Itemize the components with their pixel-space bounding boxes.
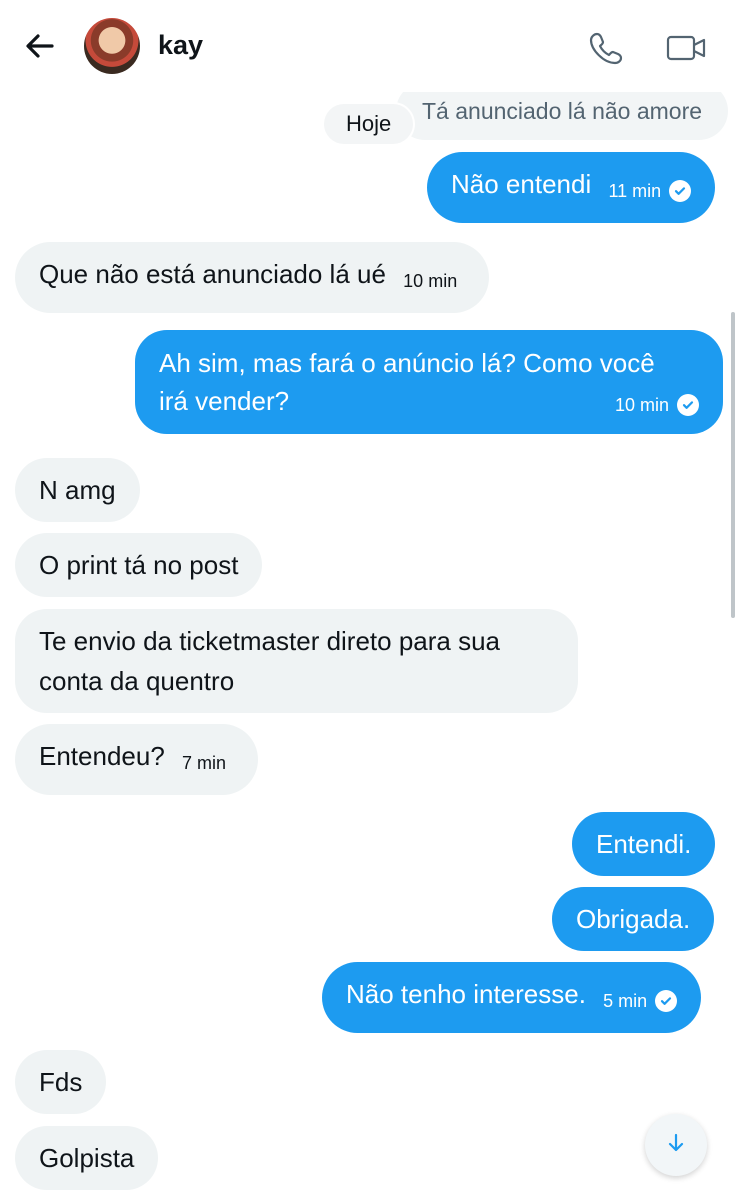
message-text-line: Te envio da ticketmaster direto para sua xyxy=(39,626,501,656)
message-text: Não tenho interesse. xyxy=(346,979,586,1009)
phone-icon[interactable] xyxy=(586,28,626,68)
read-check-icon xyxy=(655,990,678,1012)
message-bubble[interactable]: Entendeu? 7 min xyxy=(15,724,259,795)
conversation-header: kay xyxy=(0,0,740,92)
message-bubble[interactable]: N amg xyxy=(15,458,140,522)
message-text: Entendeu? xyxy=(39,741,165,771)
back-arrow-icon[interactable] xyxy=(22,28,58,64)
scroll-to-bottom-button[interactable] xyxy=(645,1114,707,1176)
message-bubble[interactable]: Fds xyxy=(15,1050,107,1114)
message-time: 10 min xyxy=(403,271,458,291)
message-time: 7 min xyxy=(182,753,227,773)
message-text: Entendi. xyxy=(596,829,692,859)
message-bubble[interactable]: Entendi. xyxy=(572,812,716,876)
message-text: Que não está anunciado lá ué xyxy=(39,259,386,289)
message-text: Obrigada. xyxy=(576,904,691,934)
arrow-down-icon xyxy=(665,1132,687,1159)
message-time: 11 min xyxy=(608,181,662,201)
read-check-icon xyxy=(669,180,692,202)
scrollbar[interactable] xyxy=(731,312,735,618)
message-text: Não entendi xyxy=(451,169,592,199)
message-text: N amg xyxy=(39,475,116,505)
message-time: 10 min xyxy=(614,395,669,415)
message-bubble[interactable]: Obrigada. xyxy=(552,887,715,951)
avatar[interactable] xyxy=(84,18,140,74)
message-text-line: Ah sim, mas fará o anúncio lá? Como você xyxy=(159,348,655,378)
message-text: Fds xyxy=(39,1067,83,1097)
contact-name[interactable]: kay xyxy=(158,30,203,61)
message-bubble[interactable]: Não entendi 11 min xyxy=(427,152,716,223)
message-bubble[interactable]: Ah sim, mas fará o anúncio lá? Como você… xyxy=(135,330,723,434)
message-bubble[interactable]: O print tá no post xyxy=(15,533,263,597)
message-time: 5 min xyxy=(603,991,648,1011)
message-bubble[interactable]: Te envio da ticketmaster direto para sua… xyxy=(15,609,578,713)
date-separator: Hoje xyxy=(324,104,414,144)
message-bubble[interactable]: Que não está anunciado lá ué 10 min xyxy=(15,242,490,313)
message-bubble[interactable]: Golpista xyxy=(15,1126,159,1190)
message-bubble[interactable]: Não tenho interesse. 5 min xyxy=(322,962,702,1033)
read-check-icon xyxy=(677,394,699,416)
message-text: O print tá no post xyxy=(39,550,239,580)
video-camera-icon[interactable] xyxy=(664,28,706,68)
message-text-line: irá vender? xyxy=(159,386,290,416)
message-text-line: conta da quentro xyxy=(39,666,235,696)
message-text: Golpista xyxy=(39,1143,135,1173)
